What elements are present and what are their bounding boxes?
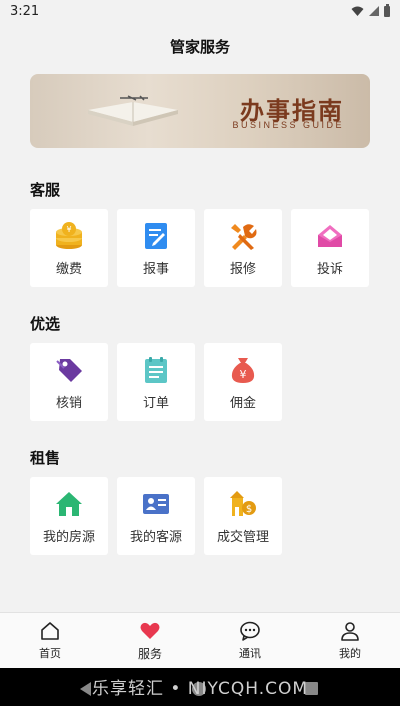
signal-icon (369, 6, 379, 16)
tools-icon (231, 224, 257, 250)
status-time: 3:21 (10, 3, 40, 19)
nav-service[interactable]: 服务 (100, 613, 200, 668)
section-title-customer-service: 客服 (30, 181, 61, 199)
svg-text:$: $ (246, 504, 252, 515)
svg-text:¥: ¥ (66, 225, 71, 234)
tile-label: 投诉 (316, 262, 343, 277)
tile-label: 缴费 (55, 262, 82, 277)
nav-label: 我的 (339, 647, 361, 660)
section-title-preferred: 优选 (30, 315, 61, 333)
tile-label: 核销 (55, 396, 82, 411)
tile-repair[interactable]: 报修 (204, 209, 282, 287)
tile-complaint[interactable]: 投诉 (291, 209, 369, 287)
edit-note-icon (145, 223, 167, 249)
bottom-navigation: 首页 服务 通讯 我的 (0, 612, 400, 668)
open-book-icon (88, 95, 178, 126)
tile-my-listings[interactable]: 我的房源 (30, 477, 108, 555)
banner-subtitle: BUSINESS GUIDE (232, 120, 344, 130)
svg-text:¥: ¥ (240, 368, 247, 381)
nav-label: 通讯 (239, 647, 261, 660)
tile-my-clients[interactable]: 我的客源 (117, 477, 195, 555)
money-bag-icon: ¥ (231, 358, 255, 383)
nav-home[interactable]: 首页 (0, 613, 100, 668)
status-bar: 3:21 (0, 0, 400, 22)
status-icons (351, 3, 390, 17)
deal-house-icon: $ (230, 491, 256, 516)
tile-report-issue[interactable]: 报事 (117, 209, 195, 287)
battery-icon (384, 3, 390, 17)
nav-messages[interactable]: 通讯 (200, 613, 300, 668)
heart-icon (140, 622, 160, 639)
person-icon (341, 622, 359, 641)
tile-label: 报修 (229, 262, 256, 277)
tag-icon (56, 359, 82, 382)
tile-commission[interactable]: ¥ 佣金 (204, 343, 282, 421)
nav-profile[interactable]: 我的 (300, 613, 400, 668)
tile-orders[interactable]: 订单 (117, 343, 195, 421)
tile-label: 报事 (142, 262, 169, 277)
house-icon (56, 492, 82, 516)
chat-bubble-icon (240, 621, 260, 641)
tile-verify[interactable]: 核销 (30, 343, 108, 421)
tile-label: 我的房源 (42, 530, 95, 545)
home-outline-icon (41, 622, 59, 640)
coins-icon: ¥ (56, 222, 82, 249)
id-card-icon (143, 494, 169, 514)
wifi-icon (351, 6, 364, 16)
page-title: 管家服务 (169, 38, 230, 56)
tile-label: 佣金 (229, 396, 256, 411)
tile-label: 成交管理 (216, 530, 269, 545)
notepad-icon (145, 357, 167, 383)
tile-label: 我的客源 (129, 530, 182, 545)
business-guide-banner[interactable]: 办事指南 BUSINESS GUIDE (30, 74, 370, 148)
tile-pay-fees[interactable]: ¥ 缴费 (30, 209, 108, 287)
watermark-text: 乐享轻汇 • NIYCQH.COM (91, 679, 309, 699)
section-title-rent-sale: 租售 (30, 449, 61, 467)
tile-label: 订单 (142, 396, 169, 411)
tile-deal-management[interactable]: $ 成交管理 (204, 477, 282, 555)
nav-label: 首页 (39, 647, 61, 660)
nav-label: 服务 (137, 646, 162, 661)
envelope-icon (318, 225, 342, 247)
